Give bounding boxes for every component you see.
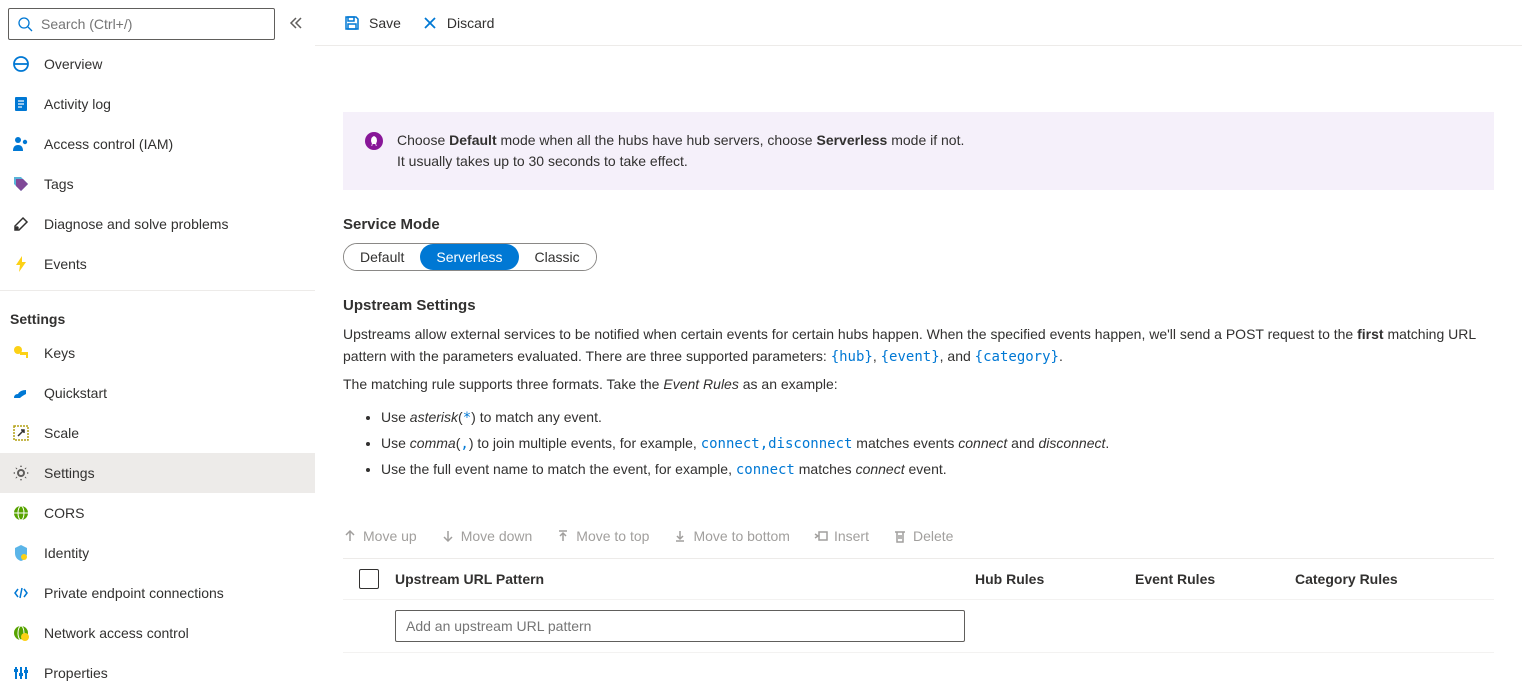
nav-activity-log[interactable]: Activity log <box>0 84 315 124</box>
nav-overview[interactable]: Overview <box>0 44 315 84</box>
table-header-row: Upstream URL Pattern Hub Rules Event Rul… <box>343 559 1494 600</box>
th-category-rules: Category Rules <box>1295 571 1455 587</box>
move-up-button[interactable]: Move up <box>343 528 417 544</box>
nav-identity[interactable]: Identity <box>0 533 315 573</box>
nav-label: Network access control <box>44 625 189 641</box>
select-all-checkbox[interactable] <box>359 569 379 589</box>
rule-fullname: Use the full event name to match the eve… <box>381 458 1494 482</box>
nav-label: Diagnose and solve problems <box>44 216 228 232</box>
rule-asterisk: Use asterisk(*) to match any event. <box>381 406 1494 430</box>
delete-button[interactable]: Delete <box>893 528 953 544</box>
discard-button[interactable]: Discard <box>421 14 494 32</box>
events-icon <box>12 255 30 273</box>
properties-icon <box>12 664 30 682</box>
search-box[interactable] <box>8 8 275 40</box>
discard-label: Discard <box>447 15 494 31</box>
arrow-up-icon <box>343 529 357 543</box>
upstream-table: Upstream URL Pattern Hub Rules Event Rul… <box>343 558 1494 653</box>
nav-label: Tags <box>44 176 74 192</box>
nav-label: Events <box>44 256 87 272</box>
mode-default[interactable]: Default <box>344 244 420 270</box>
nav-keys[interactable]: Keys <box>0 333 315 373</box>
nav-label: Access control (IAM) <box>44 136 173 152</box>
upstream-description: Upstreams allow external services to be … <box>343 324 1494 368</box>
upstream-formats-intro: The matching rule supports three formats… <box>343 374 1494 396</box>
nav-label: Scale <box>44 425 79 441</box>
insert-button[interactable]: Insert <box>814 528 869 544</box>
mode-serverless[interactable]: Serverless <box>420 244 518 270</box>
upstream-title: Upstream Settings <box>343 297 1494 314</box>
tags-icon <box>12 175 30 193</box>
nav-tags[interactable]: Tags <box>0 164 315 204</box>
nav-label: Settings <box>44 465 95 481</box>
table-toolbar: Move up Move down Move to top Move to bo… <box>343 522 1494 550</box>
keys-icon <box>12 344 30 362</box>
delete-icon <box>893 529 907 543</box>
sidebar: Overview Activity log Access control (IA… <box>0 0 315 696</box>
nav-settings[interactable]: Settings <box>0 453 315 493</box>
nav-label: Quickstart <box>44 385 107 401</box>
arrow-bottom-icon <box>673 529 687 543</box>
nav-network-access[interactable]: Network access control <box>0 613 315 653</box>
service-mode-title: Service Mode <box>343 216 1494 233</box>
save-icon <box>343 14 361 32</box>
nav-label: Private endpoint connections <box>44 585 224 601</box>
insert-icon <box>814 529 828 543</box>
info-banner-text: Choose Default mode when all the hubs ha… <box>397 130 964 172</box>
private-endpoint-icon <box>12 584 30 602</box>
rules-list: Use asterisk(*) to match any event. Use … <box>381 406 1494 482</box>
network-access-icon <box>12 624 30 642</box>
chevron-double-left-icon <box>289 16 303 30</box>
move-down-button[interactable]: Move down <box>441 528 533 544</box>
nav-label: Activity log <box>44 96 111 112</box>
divider <box>0 290 315 291</box>
arrow-top-icon <box>556 529 570 543</box>
nav-label: Overview <box>44 56 102 72</box>
overview-icon <box>12 55 30 73</box>
arrow-down-icon <box>441 529 455 543</box>
search-icon <box>17 16 33 32</box>
section-settings-label: Settings <box>0 297 315 333</box>
info-banner: Choose Default mode when all the hubs ha… <box>343 112 1494 190</box>
nav-diagnose[interactable]: Diagnose and solve problems <box>0 204 315 244</box>
nav-scale[interactable]: Scale <box>0 413 315 453</box>
diagnose-icon <box>12 215 30 233</box>
th-url-pattern: Upstream URL Pattern <box>395 571 975 587</box>
nav-quickstart[interactable]: Quickstart <box>0 373 315 413</box>
search-input[interactable] <box>41 16 266 32</box>
quickstart-icon <box>12 384 30 402</box>
activity-log-icon <box>12 95 30 113</box>
access-control-icon <box>12 135 30 153</box>
move-to-bottom-button[interactable]: Move to bottom <box>673 528 790 544</box>
collapse-sidebar-button[interactable] <box>285 12 307 37</box>
main-content: Save Discard Choose Default mode when al… <box>315 0 1522 696</box>
nav-properties[interactable]: Properties <box>0 653 315 693</box>
nav-access-control[interactable]: Access control (IAM) <box>0 124 315 164</box>
settings-icon <box>12 464 30 482</box>
save-button[interactable]: Save <box>343 14 401 32</box>
discard-icon <box>421 14 439 32</box>
identity-icon <box>12 544 30 562</box>
upstream-url-input[interactable] <box>395 610 965 642</box>
nav-label: Identity <box>44 545 89 561</box>
rule-comma: Use comma(,) to join multiple events, fo… <box>381 432 1494 456</box>
move-to-top-button[interactable]: Move to top <box>556 528 649 544</box>
nav-private-endpoint[interactable]: Private endpoint connections <box>0 573 315 613</box>
nav-label: Keys <box>44 345 75 361</box>
th-hub-rules: Hub Rules <box>975 571 1135 587</box>
nav-label: CORS <box>44 505 84 521</box>
service-mode-selector: Default Serverless Classic <box>343 243 597 271</box>
cors-icon <box>12 504 30 522</box>
toolbar: Save Discard <box>315 0 1522 46</box>
nav-label: Properties <box>44 665 108 681</box>
th-event-rules: Event Rules <box>1135 571 1295 587</box>
nav-events[interactable]: Events <box>0 244 315 284</box>
save-label: Save <box>369 15 401 31</box>
nav-cors[interactable]: CORS <box>0 493 315 533</box>
mode-classic[interactable]: Classic <box>519 244 596 270</box>
scale-icon <box>12 424 30 442</box>
table-row <box>343 600 1494 653</box>
rocket-icon <box>365 132 383 150</box>
